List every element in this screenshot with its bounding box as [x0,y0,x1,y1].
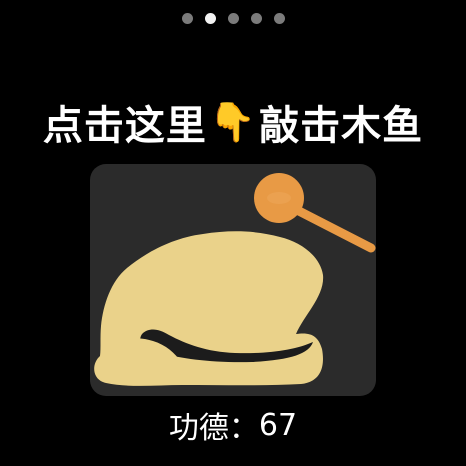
wooden-fish-illustration [94,173,376,386]
headline-prefix: 点击这里 [42,103,207,149]
wooden-fish-icon [94,231,324,386]
pointing-down-hand-icon: 👇 [208,99,258,144]
merit-value: 67 [258,407,298,443]
page-dot-2-active[interactable] [204,12,216,24]
page-dot-5[interactable] [273,12,285,24]
page-dot-4[interactable] [250,12,262,24]
instruction-headline: 点击这里 👇 敲击木鱼 [0,92,466,152]
page-indicator [0,10,466,26]
page-dot-1[interactable] [181,12,193,24]
wooden-fish-button[interactable] [90,164,376,396]
headline-suffix: 敲击木鱼 [259,103,424,149]
page-dot-3[interactable] [227,12,239,24]
merit-counter: 功德： 67 [0,403,466,447]
merit-label: 功德： [168,411,259,446]
